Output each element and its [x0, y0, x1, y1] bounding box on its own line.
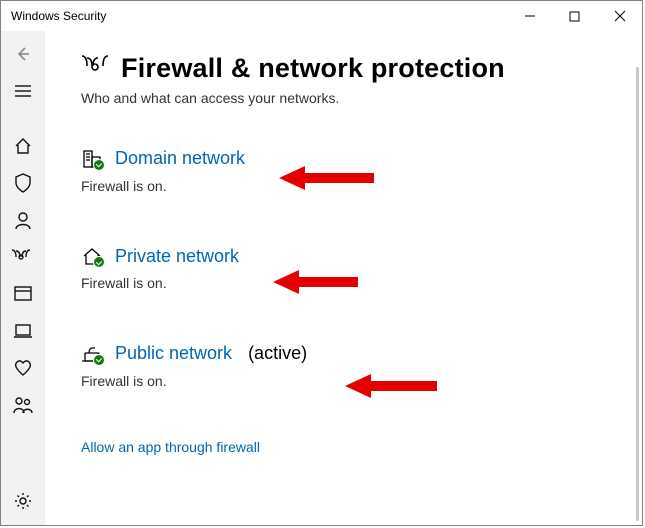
nav-device-security[interactable]: [3, 312, 43, 349]
close-button[interactable]: [597, 1, 642, 31]
page-subtitle: Who and what can access your networks.: [81, 90, 608, 106]
close-icon: [614, 10, 626, 22]
nav-family-options[interactable]: [3, 386, 43, 423]
domain-network-section: Domain network Firewall is on.: [81, 148, 608, 194]
app-browser-icon: [14, 286, 32, 302]
back-button[interactable]: [3, 35, 43, 72]
domain-network-link[interactable]: Domain network: [115, 148, 245, 170]
hamburger-icon: [14, 84, 32, 98]
shield-icon: [15, 173, 31, 193]
public-network-section: Public network (active) Firewall is on.: [81, 343, 608, 389]
person-icon: [14, 211, 32, 229]
nav-sidebar: [1, 31, 45, 525]
heart-pulse-icon: [13, 359, 33, 377]
window-title: Windows Security: [11, 9, 106, 23]
nav-firewall[interactable]: [3, 238, 43, 275]
nav-home[interactable]: [3, 127, 43, 164]
firewall-icon: [12, 248, 34, 266]
scrollbar[interactable]: [636, 67, 639, 521]
minimize-button[interactable]: [507, 1, 552, 31]
firewall-header-icon: [81, 54, 109, 83]
domain-network-status: Firewall is on.: [81, 178, 608, 194]
nav-settings[interactable]: [3, 482, 43, 519]
private-network-status: Firewall is on.: [81, 275, 608, 291]
maximize-button[interactable]: [552, 1, 597, 31]
page-title: Firewall & network protection: [121, 53, 505, 84]
device-icon: [14, 323, 32, 339]
private-network-section: Private network Firewall is on.: [81, 246, 608, 292]
private-network-icon: [81, 246, 103, 266]
gear-icon: [14, 492, 32, 510]
window-root: Windows Security: [0, 0, 643, 526]
public-network-link[interactable]: Public network: [115, 343, 232, 365]
nav-virus-protection[interactable]: [3, 164, 43, 201]
title-bar: Windows Security: [1, 1, 642, 31]
nav-account-protection[interactable]: [3, 201, 43, 238]
family-icon: [13, 396, 33, 414]
public-network-suffix: (active): [248, 343, 307, 364]
back-arrow-icon: [14, 45, 32, 63]
maximize-icon: [569, 11, 580, 22]
public-network-icon: [81, 344, 103, 364]
nav-app-browser[interactable]: [3, 275, 43, 312]
home-icon: [14, 137, 32, 155]
domain-network-icon: [81, 149, 103, 169]
main-content: Firewall & network protection Who and wh…: [45, 31, 642, 525]
page-header: Firewall & network protection: [81, 53, 608, 84]
allow-app-link[interactable]: Allow an app through firewall: [81, 439, 260, 455]
minimize-icon: [524, 10, 536, 22]
nav-device-performance[interactable]: [3, 349, 43, 386]
window-controls: [507, 1, 642, 31]
private-network-link[interactable]: Private network: [115, 246, 239, 268]
public-network-status: Firewall is on.: [81, 373, 608, 389]
menu-button[interactable]: [3, 72, 43, 109]
